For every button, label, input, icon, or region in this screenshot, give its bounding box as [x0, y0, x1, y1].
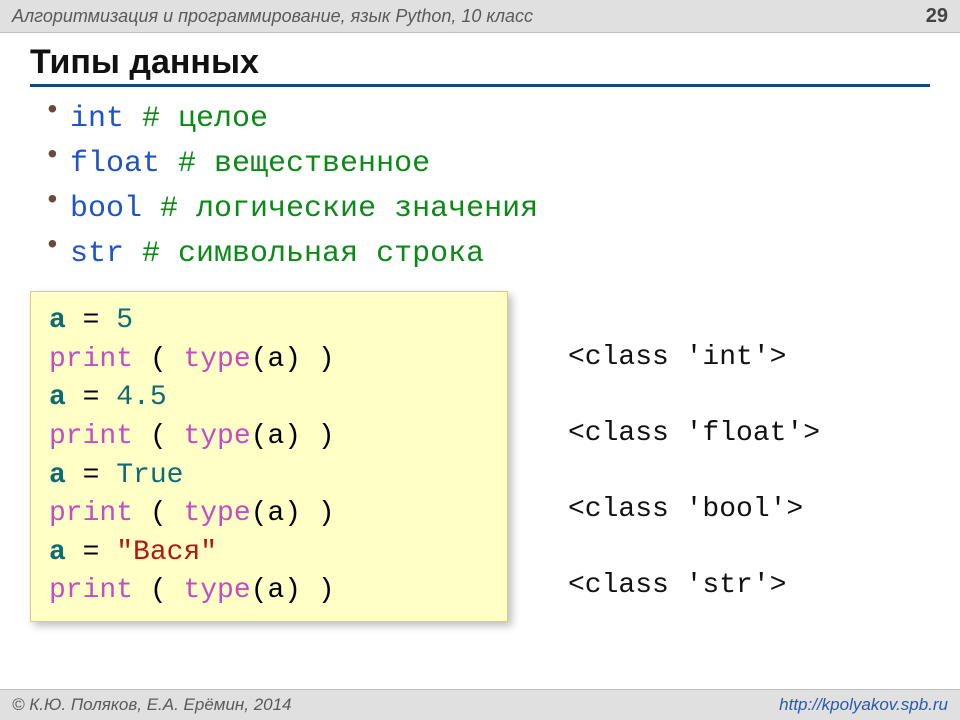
code-line-1: a = 5 [49, 302, 489, 341]
code-line-8: print ( type(a) ) [49, 572, 489, 611]
output-int: <class 'int'> [568, 339, 820, 415]
type-list: int # целое float # вещественное bool # … [30, 97, 930, 277]
code-line-6: print ( type(a) ) [49, 495, 489, 534]
example-row: a = 5 print ( type(a) ) a = 4.5 print ( … [30, 291, 930, 643]
code-line-7: a = "Вася" [49, 534, 489, 573]
code-line-4: print ( type(a) ) [49, 418, 489, 457]
code-box: a = 5 print ( type(a) ) a = 4.5 print ( … [30, 291, 508, 622]
output-bool: <class 'bool'> [568, 491, 820, 567]
slide-content: Типы данных int # целое float # веществе… [0, 33, 960, 643]
comment-int: # целое [142, 102, 268, 136]
footer-url: http://kpolyakov.spb.ru [779, 690, 948, 720]
comment-str: # символьная строка [142, 237, 484, 271]
slide-header: Алгоритмизация и программирование, язык … [0, 0, 960, 33]
slide-title: Типы данных [30, 43, 930, 87]
code-line-2: print ( type(a) ) [49, 341, 489, 380]
keyword-float: float [70, 147, 160, 181]
output-str: <class 'str'> [568, 567, 820, 643]
slide-footer: © К.Ю. Поляков, Е.А. Ерёмин, 2014 http:/… [0, 689, 960, 720]
code-line-5: a = True [49, 457, 489, 496]
type-item-float: float # вещественное [44, 142, 930, 187]
type-item-str: str # символьная строка [44, 232, 930, 277]
footer-authors: © К.Ю. Поляков, Е.А. Ерёмин, 2014 [12, 690, 292, 720]
code-line-3: a = 4.5 [49, 379, 489, 418]
type-item-bool: bool # логические значения [44, 187, 930, 232]
output-float: <class 'float'> [568, 415, 820, 491]
page-number: 29 [926, 0, 948, 32]
keyword-int: int [70, 102, 124, 136]
keyword-str: str [70, 237, 124, 271]
comment-bool: # логические значения [160, 192, 538, 226]
type-item-int: int # целое [44, 97, 930, 142]
comment-float: # вещественное [178, 147, 430, 181]
course-title: Алгоритмизация и программирование, язык … [12, 0, 533, 32]
output-column: <class 'int'> <class 'float'> <class 'bo… [568, 291, 820, 643]
keyword-bool: bool [70, 192, 142, 226]
